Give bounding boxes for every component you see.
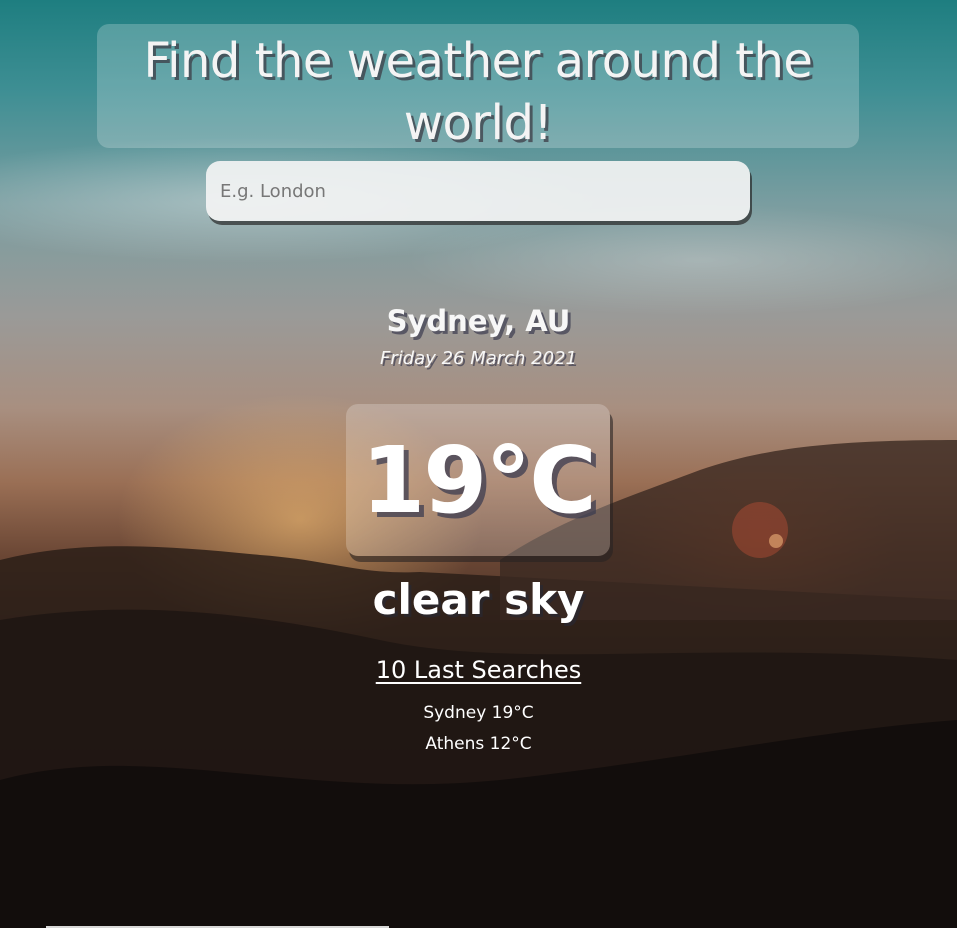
temperature-value: 19°C [361, 426, 597, 534]
search-history-item[interactable]: Sydney 19°C [0, 698, 957, 729]
city-search-input[interactable] [206, 161, 750, 221]
location-name: Sydney, AU [386, 304, 571, 338]
hero-banner: Find the weather around the world! [97, 24, 859, 151]
search-history-item[interactable]: Athens 12°C [0, 729, 957, 760]
page-title: Find the weather around the world! [143, 33, 813, 151]
last-searches-heading: 10 Last Searches [375, 656, 582, 684]
current-date: Friday 26 March 2021 [379, 348, 577, 369]
temperature-card: 19°C [346, 404, 610, 556]
search-box [206, 161, 750, 221]
weather-condition: clear sky [372, 575, 585, 624]
last-searches-list: Sydney 19°C Athens 12°C [0, 698, 957, 760]
